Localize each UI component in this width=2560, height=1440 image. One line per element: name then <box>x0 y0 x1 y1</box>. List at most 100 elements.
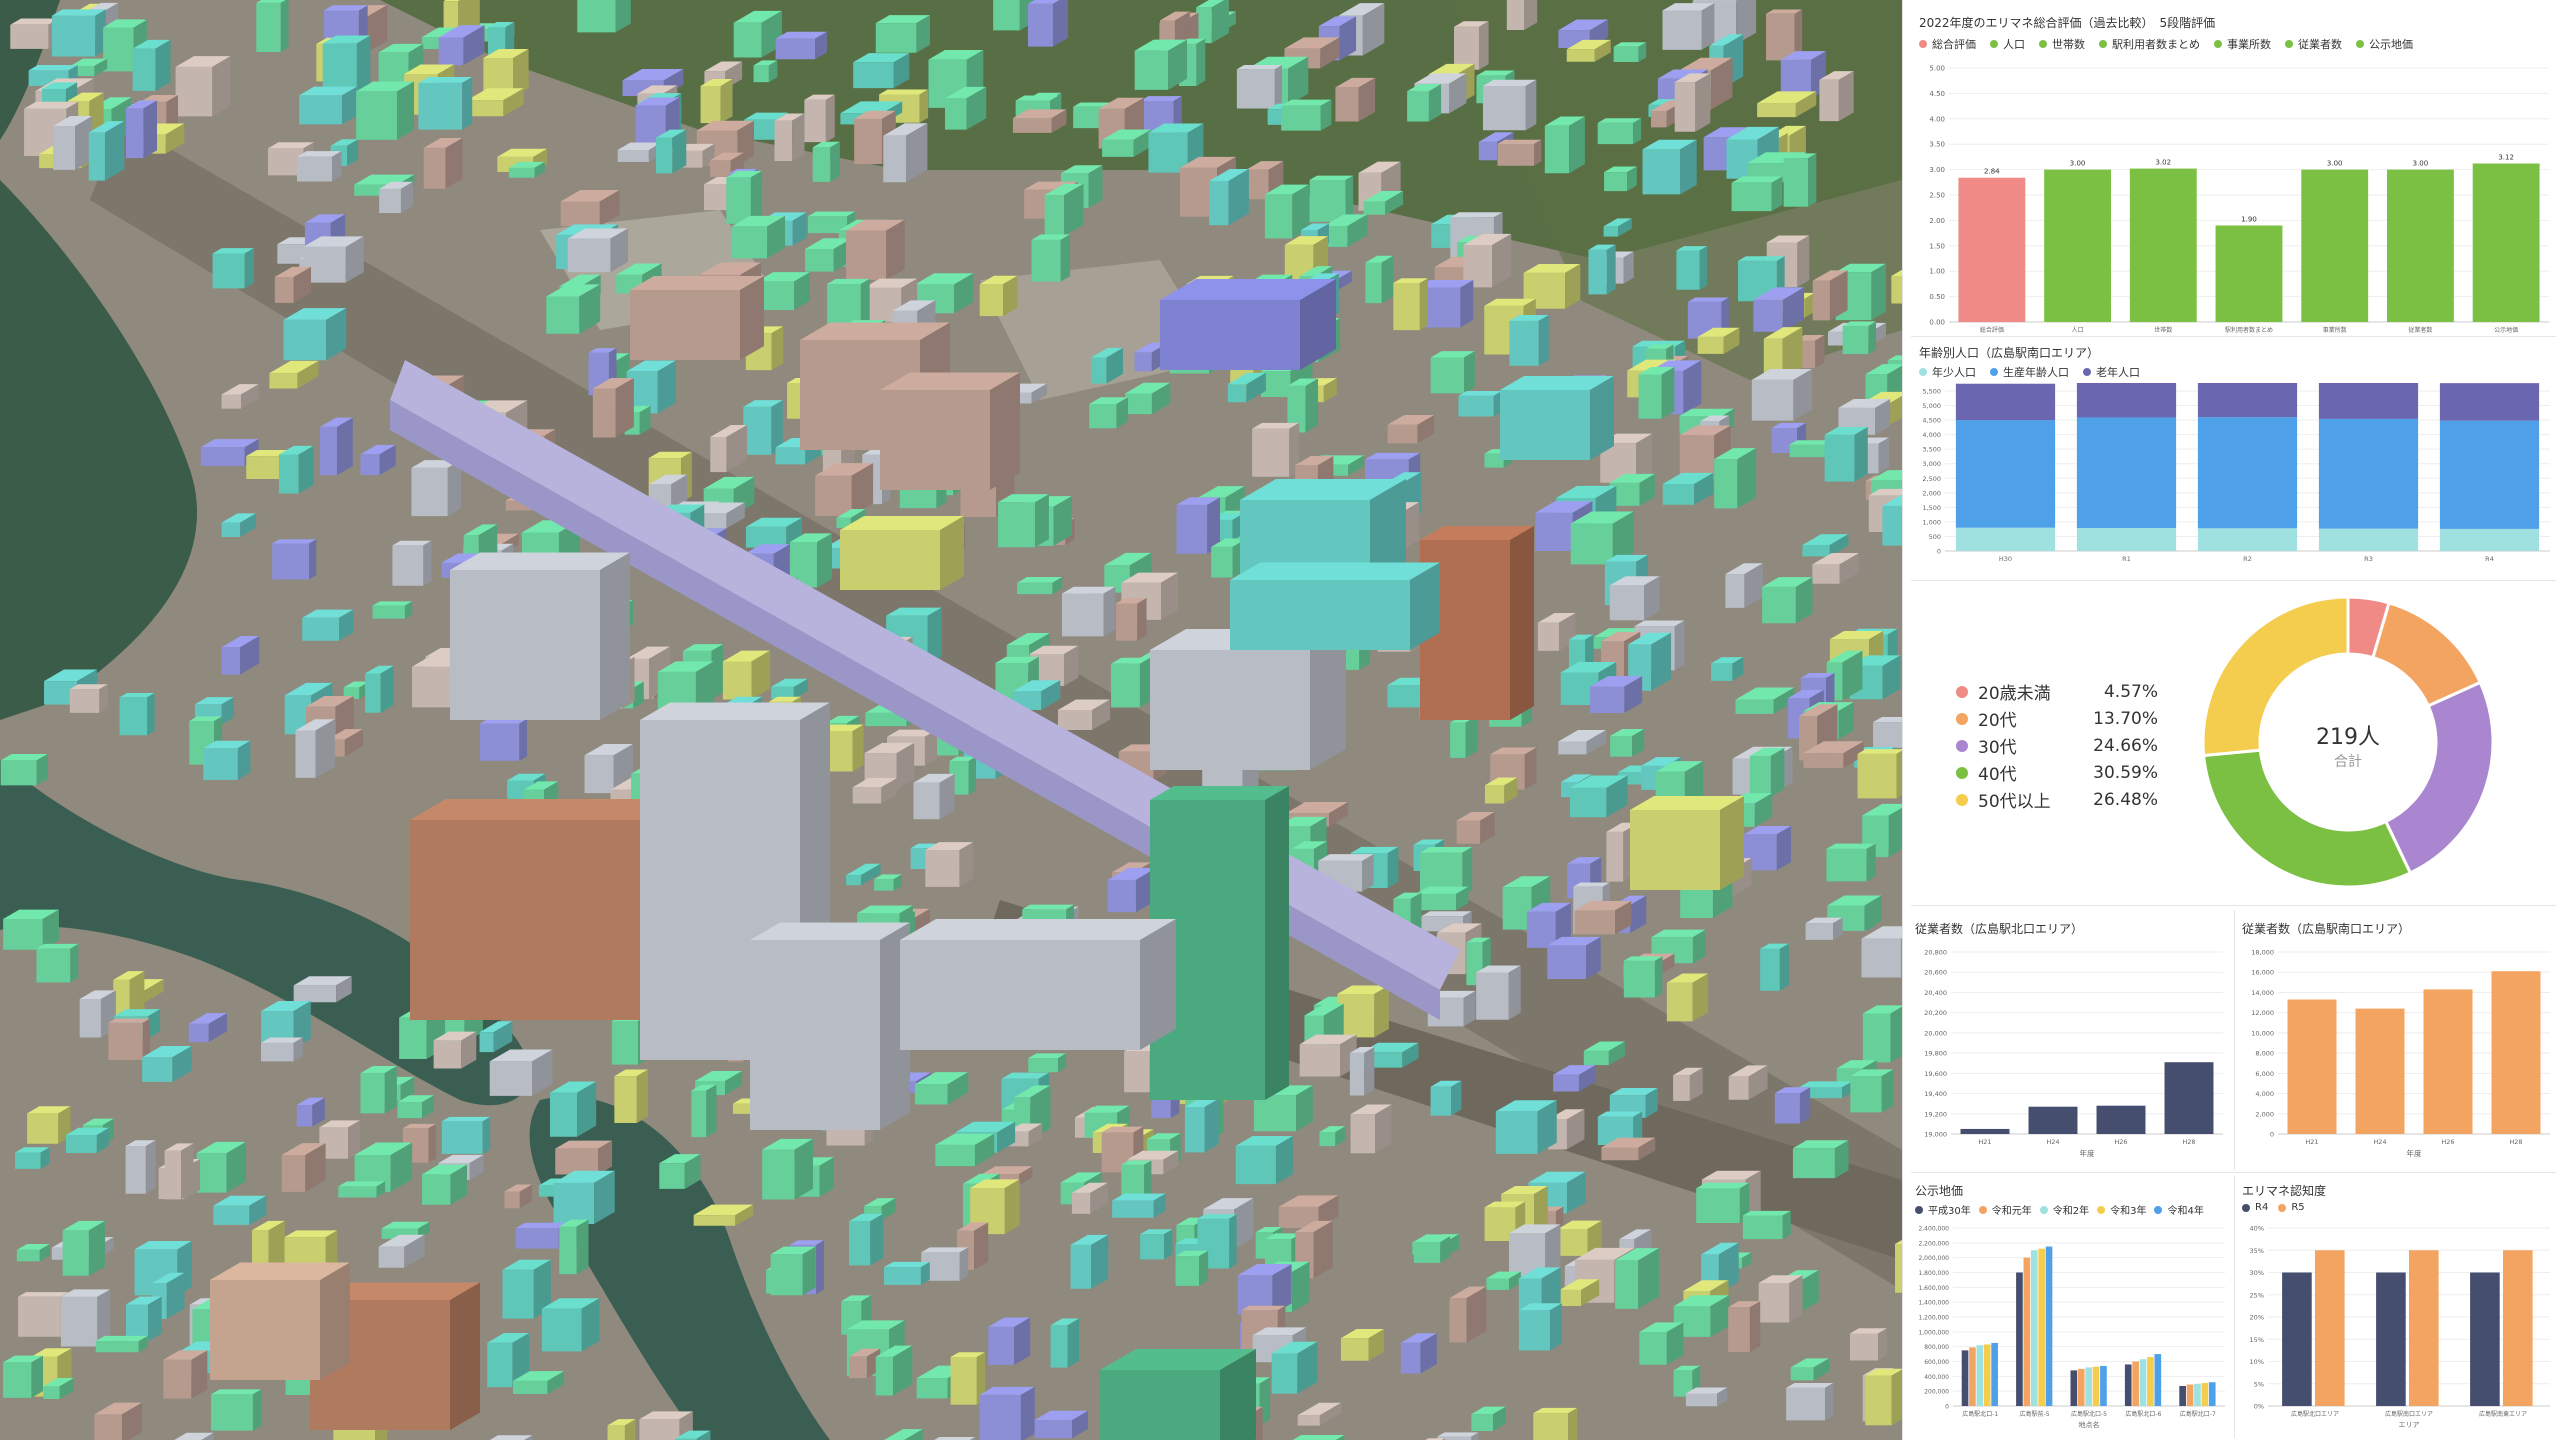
legend-item[interactable]: 令和4年 <box>2154 1202 2204 1217</box>
building <box>1630 796 1744 890</box>
building <box>411 460 461 517</box>
legend-label: 令和4年 <box>2167 1206 2204 1217</box>
building <box>1533 1407 1578 1440</box>
legend-label: 人口 <box>2003 38 2025 51</box>
building <box>1509 315 1549 366</box>
bar-value-label: 3.00 <box>2327 160 2343 168</box>
bar <box>2092 1366 2100 1406</box>
x-axis-label: 年度 <box>2080 1148 2096 1158</box>
building <box>1673 1067 1703 1101</box>
bar <box>2164 1062 2214 1134</box>
legend-item[interactable]: R4 <box>2242 1202 2268 1213</box>
legend-item[interactable]: 公示地価 <box>2356 36 2413 52</box>
legend-dot-icon <box>1919 368 1927 376</box>
building <box>256 0 289 53</box>
building <box>1604 166 1637 192</box>
building <box>421 1164 467 1205</box>
building <box>278 445 314 494</box>
building <box>1350 1104 1392 1154</box>
building <box>1031 234 1071 282</box>
building <box>1050 1318 1080 1368</box>
legend-dot-icon <box>2214 40 2222 48</box>
bar <box>2376 1272 2406 1406</box>
building <box>392 540 432 586</box>
legend-dot-icon <box>1990 40 1998 48</box>
bar <box>2282 1272 2312 1406</box>
building <box>567 228 629 273</box>
building <box>1758 1275 1803 1323</box>
legend-item[interactable]: 令和3年 <box>2097 1202 2146 1217</box>
legend-item[interactable]: 老年人口 <box>2083 364 2140 380</box>
legend-item[interactable]: 人口 <box>1990 36 2025 52</box>
bar <box>2077 1368 2085 1406</box>
legend-label: 事業所数 <box>2227 38 2271 51</box>
bar <box>2355 1008 2405 1134</box>
legend-item[interactable]: 平成30年 <box>1915 1202 1971 1217</box>
building <box>1862 1005 1902 1063</box>
legend-item[interactable]: 令和2年 <box>2039 1202 2089 1217</box>
x-tick-label: H28 <box>2509 1138 2522 1146</box>
building <box>299 86 357 125</box>
donut-slice <box>2383 680 2495 875</box>
legend-item[interactable]: 世帯数 <box>2039 36 2085 52</box>
building <box>815 463 874 517</box>
bar <box>2470 1272 2500 1406</box>
y-tick-label: 0 <box>1937 548 1941 556</box>
building <box>979 1386 1035 1440</box>
bar <box>2096 1105 2146 1134</box>
legend-item[interactable]: R5 <box>2278 1202 2305 1213</box>
age-donut-legend: 20歳未満 4.57% 20代 13.70% 30代 24.66% 40代 30.59% 50代… <box>1956 678 2158 813</box>
bar <box>2132 1361 2139 1406</box>
building <box>592 377 634 438</box>
y-tick-label: 5,000 <box>1922 402 1941 410</box>
employees-south-panel: 従業者数（広島駅南口エリア） 0 2,000 4,000 6,000 8,000 10,0… <box>2238 910 2558 1170</box>
3d-city-map[interactable] <box>0 0 1902 1440</box>
bar <box>2045 1246 2053 1406</box>
building <box>1865 1368 1902 1426</box>
x-axis-label: 地点名 <box>2079 1420 2100 1429</box>
building <box>210 1262 350 1380</box>
stacked-bar-segment <box>2439 528 2540 551</box>
donut-legend-row[interactable]: 20代 13.70% <box>1956 705 2158 732</box>
building <box>1728 1301 1761 1353</box>
building <box>549 1081 597 1137</box>
bar <box>2044 169 2111 322</box>
legend-item[interactable]: 年少人口 <box>1919 364 1976 380</box>
building <box>812 141 840 182</box>
building <box>1100 1349 1256 1440</box>
bar <box>1960 1128 2010 1134</box>
building <box>1121 1160 1152 1199</box>
building <box>846 219 905 280</box>
legend-item[interactable]: 従業者数 <box>2285 36 2342 52</box>
y-tick-label: 20,400 <box>1924 989 1947 997</box>
donut-legend-row[interactable]: 50代以上 26.48% <box>1956 786 2158 813</box>
building <box>1017 576 1063 595</box>
donut-legend-row[interactable]: 30代 24.66% <box>1956 732 2158 759</box>
donut-legend-row[interactable]: 20歳未満 4.57% <box>1956 678 2158 705</box>
building <box>1292 1435 1345 1440</box>
building <box>1615 1248 1660 1309</box>
building <box>175 56 231 117</box>
bar <box>2139 1359 2147 1406</box>
legend-item[interactable]: 生産年齢人口 <box>1990 364 2069 380</box>
building <box>1110 657 1151 708</box>
x-tick-label: 広島駅南東エリア <box>2479 1410 2527 1418</box>
y-tick-label: 30% <box>2250 1269 2264 1277</box>
building <box>1711 657 1744 681</box>
y-tick-label: 4.00 <box>1929 115 1945 123</box>
building <box>125 1140 156 1194</box>
legend-item[interactable]: 令和元年 <box>1978 1202 2032 1217</box>
legend-item[interactable]: 駅利用者数まとめ <box>2099 36 2200 52</box>
y-tick-label: 2,500 <box>1922 475 1941 483</box>
building <box>418 77 473 130</box>
building <box>553 1170 615 1225</box>
y-tick-label: 400,000 <box>1924 1374 1949 1381</box>
overall-eval-title: 2022年度のエリマネ総合評価（過去比較） 5段階評価 <box>1919 16 2216 30</box>
donut-legend-row[interactable]: 40代 30.59% <box>1956 759 2158 786</box>
legend-item[interactable]: 総合評価 <box>1919 36 1976 52</box>
legend-item[interactable]: 事業所数 <box>2214 36 2271 52</box>
city-map-canvas[interactable] <box>0 0 1902 1440</box>
building <box>1407 84 1442 122</box>
donut-legend-label: 50代以上 <box>1978 792 2051 812</box>
bar <box>2315 1250 2345 1406</box>
